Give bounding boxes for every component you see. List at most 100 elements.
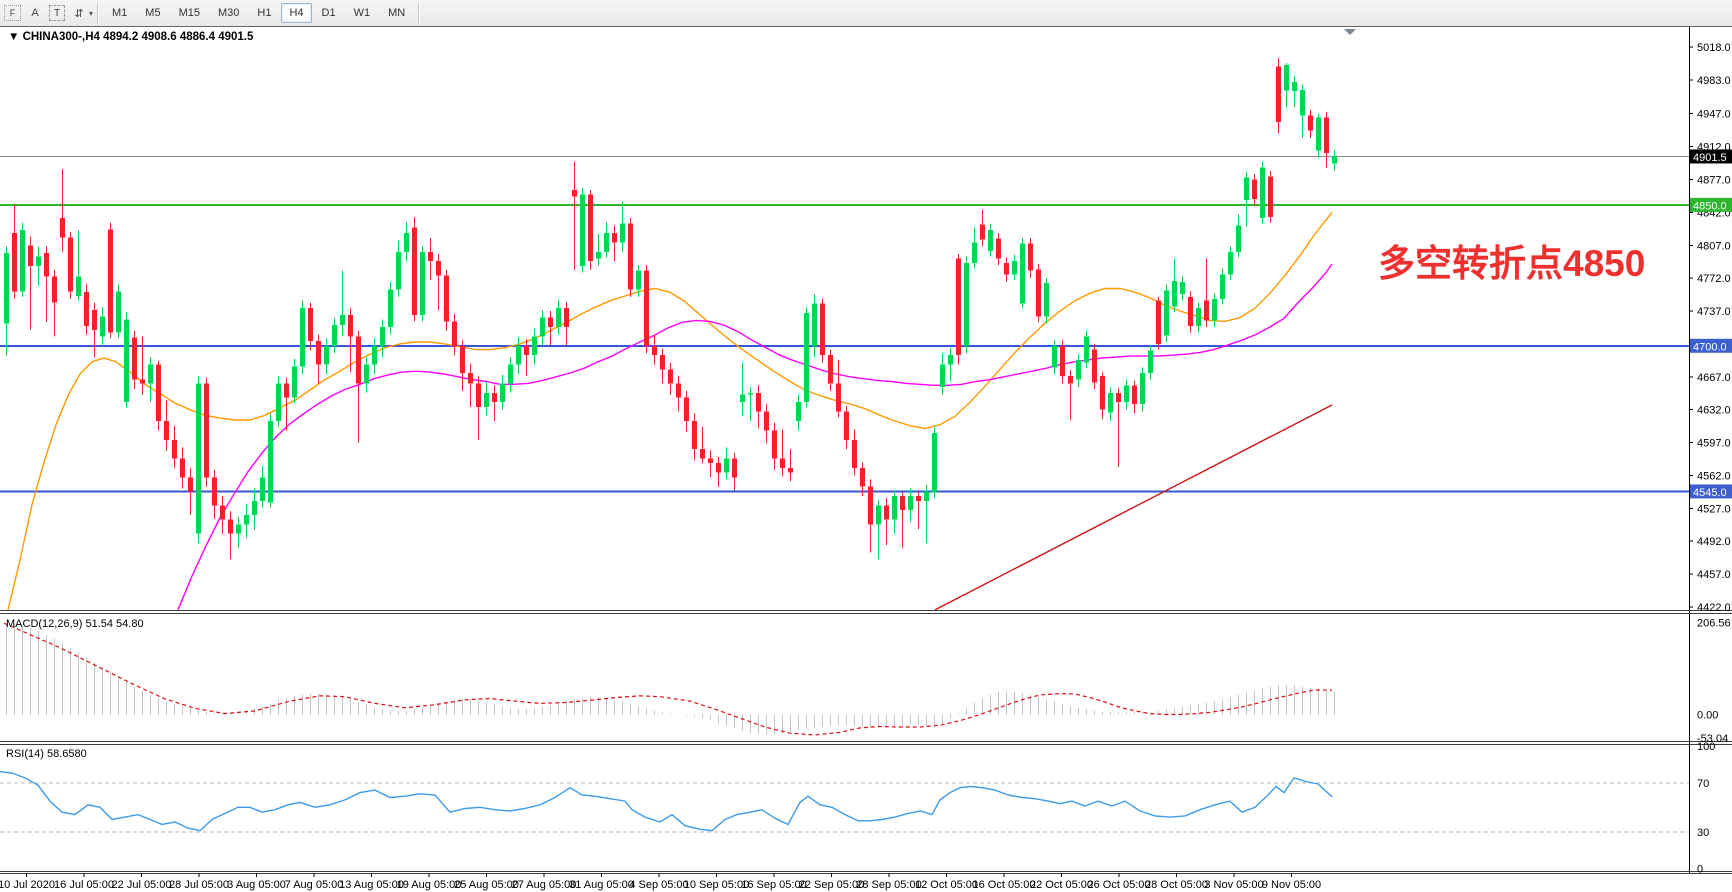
candle [820,304,825,356]
timeframe-m1-button[interactable]: M1 [104,3,135,23]
price-tick-label: 4632.0 [1697,405,1731,417]
candle [388,289,393,327]
candle [140,380,145,384]
timeframe-m5-button[interactable]: M5 [137,3,168,23]
price-tick-label: 4947.0 [1697,109,1731,121]
price-tick-label: 4667.0 [1697,372,1731,384]
candle [1140,373,1145,404]
candle [1236,226,1241,252]
candle [404,233,409,252]
candle [1132,385,1137,404]
price-tick-label: 4807.0 [1697,240,1731,252]
time-tick-label: 4 Sep 05:00 [629,879,688,891]
candle [420,252,425,315]
toolbar-separator [97,3,99,23]
candle [836,383,841,411]
price-tick-label: 4772.0 [1697,273,1731,285]
candle [940,365,945,388]
candle [68,238,73,292]
candle [508,365,513,384]
time-tick-label: 3 Nov 05:00 [1204,879,1263,891]
candle [1292,82,1297,91]
candle [724,459,729,473]
rsi-axis-label: 100 [1697,741,1715,753]
grid-period-icon[interactable]: F [4,5,21,21]
time-tick-label: 10 Jul 2020 [0,879,55,891]
candle [340,315,345,325]
candle [532,336,537,355]
toolbar: F A T ⇵ ▾ M1M5M15M30H1H4D1W1MN [0,0,1732,27]
time-tick-label: 28 Jul 05:00 [169,879,229,891]
time-tick-label: 12 Oct 05:00 [915,879,978,891]
candle [212,477,217,505]
candle [1116,393,1121,402]
candle [444,275,449,321]
price-tick-label: 4457.0 [1697,569,1731,581]
candle [156,365,161,421]
candle [348,315,353,337]
candle [852,440,857,468]
candle [692,421,697,449]
chart-canvas[interactable]: 5018.04983.04947.04912.04877.04842.04807… [0,26,1732,892]
candle [1084,336,1089,362]
time-tick-label: 16 Jul 05:00 [54,879,114,891]
candle [1196,308,1201,326]
timeframe-w1-button[interactable]: W1 [346,3,379,23]
candle [1244,178,1249,201]
timeframe-m30-button[interactable]: M30 [210,3,247,23]
timeframe-m15-button[interactable]: M15 [171,3,208,23]
candle [36,257,41,266]
price-tick-label: 5018.0 [1697,42,1731,54]
macd-axis-label: 0.00 [1697,710,1718,722]
candle [548,318,553,327]
timeframe-d1-button[interactable]: D1 [314,3,344,23]
chart-area[interactable]: 5018.04983.04947.04912.04877.04842.04807… [0,26,1732,892]
candle [316,341,321,365]
candle [756,393,761,412]
time-tick-label: 31 Aug 05:00 [569,879,634,891]
candle [884,506,889,520]
price-tick-label: 4422.0 [1697,602,1731,614]
candle [188,477,193,491]
chart-title: ▼ CHINA300-,H4 4894.2 4908.6 4886.4 4901… [8,31,254,43]
candle [436,261,441,275]
candle [948,355,953,364]
candle [956,258,961,355]
arrows-icon[interactable]: ⇵ [69,4,89,22]
time-tick-label: 25 Aug 05:00 [454,879,519,891]
candle [596,252,601,259]
candle [4,253,9,323]
candle [732,459,737,478]
candle [1036,270,1041,317]
candle [44,253,49,276]
candle [1020,243,1025,303]
candle [100,317,105,337]
candle [108,229,113,332]
timeframe-h1-button[interactable]: H1 [249,3,279,23]
text-t-icon[interactable]: T [49,5,65,21]
candle [708,459,713,464]
candle [1212,299,1217,321]
candle [1172,281,1177,306]
price-tick-label: 4737.0 [1697,306,1731,318]
font-a-icon[interactable]: A [25,4,45,22]
timeframe-h4-button[interactable]: H4 [281,3,311,23]
time-tick-label: 3 Aug 05:00 [227,879,286,891]
annotation-text[interactable]: 多空转折点4850 [1378,243,1645,284]
candle [676,383,681,397]
price-tick-label: 4562.0 [1697,470,1731,482]
timeframe-mn-button[interactable]: MN [380,3,413,23]
candle [1300,90,1305,115]
rsi-label: RSI(14) 58.6580 [6,748,87,760]
candle [1308,116,1313,131]
candle [684,398,689,422]
candle [500,383,505,402]
time-tick-label: 27 Aug 05:00 [512,879,577,891]
time-tick-label: 22 Sep 05:00 [799,879,864,891]
candle [1124,385,1129,402]
candle [260,477,265,501]
time-tick-label: 28 Oct 05:00 [1145,879,1208,891]
candle [700,449,705,458]
dropdown-caret-icon[interactable]: ▾ [89,9,93,18]
rsi-axis-label: 70 [1697,778,1709,790]
